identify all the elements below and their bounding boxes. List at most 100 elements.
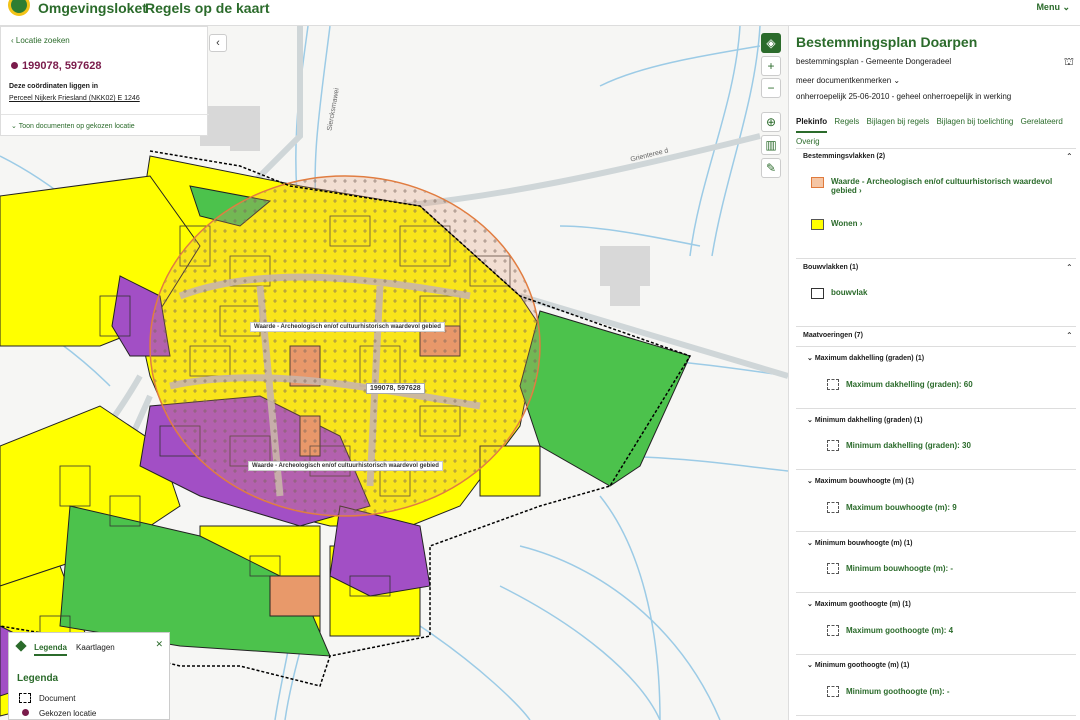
- measure-button[interactable]: ▥: [761, 135, 781, 155]
- legend-item-location: Gekozen locatie: [19, 709, 96, 718]
- divider: [796, 715, 1076, 716]
- bouwvlak-swatch: [811, 288, 824, 299]
- maat-group-header[interactable]: ⌄ Maximum goothoogte (m) (1): [807, 600, 911, 608]
- omgevingsloket-logo[interactable]: [8, 0, 30, 16]
- chevron-right-icon: ›: [859, 186, 862, 195]
- group-heading: Maximum goothoogte (m) (1): [814, 601, 911, 608]
- crosshair-icon: ⊕: [765, 115, 777, 129]
- chevron-down-icon: ⌄: [807, 601, 813, 608]
- location-coordinates: 199078, 597628: [11, 60, 102, 72]
- chevron-up-icon[interactable]: ⌃: [1066, 152, 1073, 161]
- divider: [796, 654, 1076, 655]
- zoom-in-button[interactable]: +: [761, 56, 781, 76]
- maat-value[interactable]: Minimum bouwhoogte (m): -: [846, 564, 953, 573]
- tab-bijlagen-toelichting[interactable]: Bijlagen bij toelichting: [936, 113, 1013, 131]
- chevron-left-icon: ‹: [216, 37, 220, 49]
- maat-value[interactable]: Maximum bouwhoogte (m): 9: [846, 503, 957, 512]
- tab-gerelateerd[interactable]: Gerelateerd: [1021, 113, 1063, 131]
- divider: [796, 148, 1076, 149]
- tab-regels[interactable]: Regels: [834, 113, 859, 131]
- bestemming-label: Waarde - Archeologisch en/of cultuurhist…: [831, 177, 1053, 186]
- close-icon[interactable]: ✕: [155, 639, 163, 650]
- maat-value[interactable]: Minimum goothoogte (m): -: [846, 687, 950, 696]
- maat-symbol: [827, 686, 839, 697]
- tab-plekinfo[interactable]: Plekinfo: [796, 113, 828, 133]
- panel-tabs: Plekinfo Regels Bijlagen bij regels Bijl…: [796, 113, 1076, 151]
- more-properties-toggle[interactable]: meer documentkenmerken ⌄: [796, 76, 900, 85]
- legend-panel: Legenda Kaartlagen ✕ Legenda Document Ge…: [8, 632, 170, 720]
- chevron-up-icon[interactable]: ⌃: [1066, 263, 1073, 272]
- layers-button[interactable]: ◈: [761, 33, 781, 53]
- maat-symbol: [827, 625, 839, 636]
- more-label: meer documentkenmerken: [796, 76, 892, 85]
- archeo-label: Waarde - Archeologisch en/of cultuurhist…: [248, 461, 443, 471]
- section-header-bestemmingsvlakken[interactable]: Bestemmingsvlakken (2): [803, 153, 885, 160]
- group-heading: Maximum bouwhoogte (m) (1): [814, 478, 914, 485]
- tab-legenda[interactable]: Legenda: [34, 643, 67, 656]
- chevron-right-icon: ›: [859, 219, 863, 228]
- section-header-maatvoeringen[interactable]: Maatvoeringen (7): [803, 332, 863, 339]
- back-to-search-link[interactable]: ‹ Locatie zoeken: [11, 36, 70, 45]
- maat-value[interactable]: Minimum dakhelling (graden): 30: [846, 441, 971, 450]
- maat-group-header[interactable]: ⌄ Minimum dakhelling (graden) (1): [807, 416, 923, 424]
- bestemming-label: gebied: [831, 186, 857, 195]
- divider: [796, 326, 1076, 327]
- layers-icon: [15, 640, 27, 652]
- menu-button[interactable]: Menu ⌄: [1036, 2, 1070, 13]
- location-pin-icon: [22, 709, 29, 716]
- divider: [796, 592, 1076, 593]
- show-documents-toggle[interactable]: ⌄ Toon documenten op gekozen locatie: [11, 122, 135, 130]
- maat-group-header[interactable]: ⌄ Maximum dakhelling (graden) (1): [807, 354, 924, 362]
- divider: [796, 531, 1076, 532]
- location-coordinate-label: 199078, 597628: [366, 383, 425, 394]
- legend-item-label: Document: [39, 694, 76, 703]
- archeo-swatch: [811, 177, 824, 188]
- draw-button[interactable]: ✎: [761, 158, 781, 178]
- bouwvlak-item[interactable]: bouwvlak: [831, 288, 867, 297]
- legend-item-document: Document: [19, 693, 75, 703]
- plan-title: Bestemmingsplan Doarpen: [796, 34, 978, 50]
- inside-label: Deze coördinaten liggen in: [9, 83, 99, 90]
- share-icon[interactable]: ⛫: [1064, 56, 1074, 70]
- tab-kaartlagen[interactable]: Kaartlagen: [76, 643, 115, 654]
- parcel-link[interactable]: Perceel Nijkerk Friesland (NKK02) E 1246: [9, 95, 140, 102]
- chevron-down-icon: ⌄: [807, 417, 813, 424]
- locate-button[interactable]: ⊕: [761, 112, 781, 132]
- menu-label: Menu: [1036, 2, 1060, 12]
- maat-group-header[interactable]: ⌄ Minimum goothoogte (m) (1): [807, 661, 909, 669]
- zoom-out-button[interactable]: −: [761, 78, 781, 98]
- divider: [1, 114, 209, 115]
- divider: [796, 408, 1076, 409]
- chevron-up-icon[interactable]: ⌃: [1066, 331, 1073, 340]
- ruler-icon: ▥: [765, 138, 777, 152]
- maat-group-header[interactable]: ⌄ Maximum bouwhoogte (m) (1): [807, 477, 914, 485]
- bestemming-label: Wonen: [831, 219, 858, 228]
- bestemming-wonen[interactable]: Wonen ›: [831, 219, 862, 228]
- back-label: Locatie zoeken: [15, 36, 70, 45]
- plan-status: onherroepelijk 25-06-2010 - geheel onher…: [796, 92, 1012, 101]
- group-heading: Minimum bouwhoogte (m) (1): [814, 540, 913, 547]
- pencil-icon: ✎: [765, 161, 777, 175]
- maat-value[interactable]: Maximum goothoogte (m): 4: [846, 626, 953, 635]
- divider: [796, 469, 1076, 470]
- plan-info-panel: Bestemmingsplan Doarpen bestemmingsplan …: [788, 26, 1080, 720]
- brand-name[interactable]: Omgevingsloket: [38, 0, 147, 16]
- document-boundary-icon: [19, 693, 31, 703]
- collapse-panel-button[interactable]: ‹: [209, 34, 227, 52]
- maat-symbol: [827, 563, 839, 574]
- wonen-swatch: [811, 219, 824, 230]
- chevron-down-icon: ⌄: [807, 540, 813, 547]
- section-header-bouwvlakken[interactable]: Bouwvlakken (1): [803, 264, 858, 271]
- chevron-down-icon: ⌄: [807, 355, 813, 362]
- chevron-left-icon: ‹: [11, 36, 14, 45]
- chevron-down-icon: ⌄: [893, 76, 901, 85]
- bestemming-archeo[interactable]: Waarde - Archeologisch en/of cultuurhist…: [831, 177, 1052, 195]
- group-heading: Minimum dakhelling (graden) (1): [814, 417, 923, 424]
- legend-tabs: Legenda Kaartlagen: [15, 640, 121, 656]
- chevron-down-icon: ⌄: [807, 662, 813, 669]
- tab-bijlagen-regels[interactable]: Bijlagen bij regels: [867, 113, 930, 131]
- chevron-down-icon: ⌄: [807, 478, 813, 485]
- maat-value[interactable]: Maximum dakhelling (graden): 60: [846, 380, 973, 389]
- maat-group-header[interactable]: ⌄ Minimum bouwhoogte (m) (1): [807, 539, 912, 547]
- minus-icon: −: [767, 81, 775, 95]
